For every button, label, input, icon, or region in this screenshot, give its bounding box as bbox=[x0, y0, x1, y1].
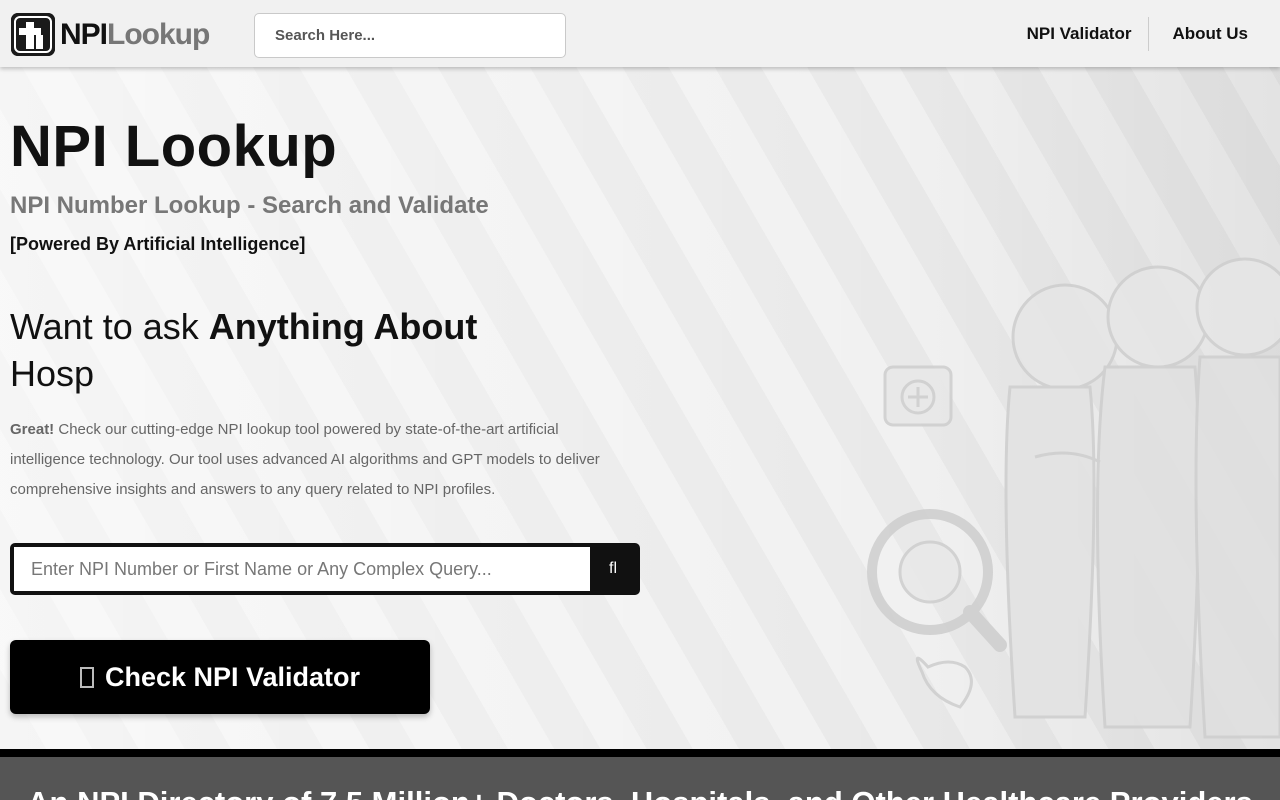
nav-item-npi-validator[interactable]: NPI Validator bbox=[1004, 17, 1149, 51]
logo-text-lookup: Lookup bbox=[107, 18, 210, 51]
query-search-button[interactable]: fl bbox=[590, 547, 636, 591]
query-input[interactable] bbox=[14, 547, 590, 591]
hero-description: Great! Check our cutting-edge NPI lookup… bbox=[10, 415, 610, 505]
nav-item-label: NPI Validator bbox=[1026, 24, 1132, 43]
page-subtitle: NPI Number Lookup - Search and Validate bbox=[10, 192, 489, 219]
nav-item-about-us[interactable]: About Us bbox=[1149, 17, 1280, 51]
main-nav: NPI Validator About Us bbox=[1004, 17, 1280, 51]
search-icon: fl bbox=[609, 560, 617, 577]
logo-text: NPILookup bbox=[60, 13, 210, 56]
validator-button-label: Check NPI Validator bbox=[104, 661, 361, 692]
powered-by-tagline: [Powered By Artificial Intelligence] bbox=[10, 234, 306, 254]
header-search-input[interactable] bbox=[254, 13, 566, 58]
description-text: Check our cutting-edge NPI lookup tool p… bbox=[10, 421, 600, 498]
page-title: NPI Lookup bbox=[10, 114, 338, 179]
site-logo[interactable]: NPILookup bbox=[11, 13, 210, 56]
description-lead: Great! bbox=[10, 421, 55, 438]
directory-banner: An NPI Directory of 7.5 Million+ Doctors… bbox=[0, 757, 1280, 800]
site-header: NPILookup NPI Validator About Us bbox=[0, 0, 1280, 67]
ask-typed-text: Hosp bbox=[10, 353, 95, 394]
validator-icon bbox=[79, 666, 94, 688]
hero-section: NPI Lookup NPI Number Lookup - Search an… bbox=[0, 67, 1280, 749]
directory-banner-text: An NPI Directory of 7.5 Million+ Doctors… bbox=[0, 785, 1280, 800]
logo-text-npi: NPI bbox=[60, 18, 108, 51]
ask-bold: Anything About bbox=[208, 306, 478, 347]
check-npi-validator-button[interactable]: Check NPI Validator bbox=[10, 640, 430, 714]
logo-cross-icon bbox=[11, 13, 55, 56]
nav-item-label: About Us bbox=[1172, 24, 1248, 43]
section-divider bbox=[0, 749, 1280, 757]
ask-prefix: Want to ask bbox=[10, 306, 209, 347]
healthcare-workers-illustration bbox=[867, 257, 1280, 739]
query-search-bar: fl bbox=[10, 543, 640, 595]
ask-heading: Want to ask Anything About Hosp bbox=[10, 303, 570, 397]
